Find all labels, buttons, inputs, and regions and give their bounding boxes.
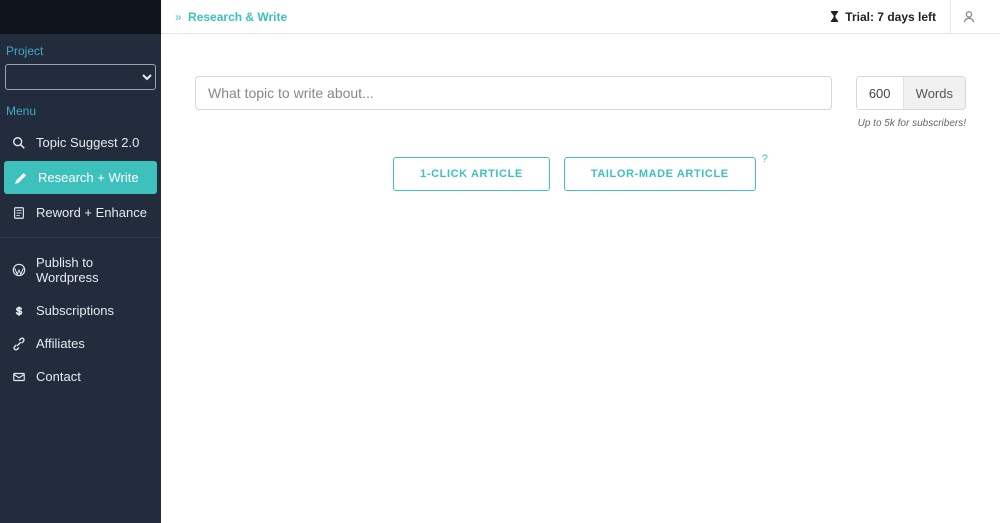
dollar-icon: $ [12, 304, 26, 318]
document-icon [12, 206, 26, 220]
sidebar: Project Menu Topic Suggest 2.0 Research … [0, 0, 161, 523]
topic-input[interactable] [195, 76, 832, 110]
user-menu-button[interactable] [950, 0, 986, 34]
app-logo [0, 0, 161, 34]
menu-divider [0, 237, 161, 238]
menu-label: Contact [36, 369, 81, 384]
subscriber-note: Up to 5k for subscribers! [858, 118, 966, 129]
help-icon[interactable]: ? [762, 153, 768, 165]
menu-label: Publish to Wordpress [36, 255, 149, 285]
user-icon [962, 10, 976, 24]
menu-item-research-write[interactable]: Research + Write [4, 161, 157, 194]
pencil-icon [14, 171, 28, 185]
content: Words Up to 5k for subscribers! 1-CLICK … [161, 34, 1000, 191]
main: » Research & Write Trial: 7 days left Wo… [161, 0, 1000, 523]
chevron-right-icon: » [175, 10, 182, 24]
wordpress-icon [12, 263, 26, 277]
menu-label: Topic Suggest 2.0 [36, 135, 139, 150]
topbar: » Research & Write Trial: 7 days left [161, 0, 1000, 34]
trial-text: Trial: 7 days left [845, 10, 936, 24]
trial-status: Trial: 7 days left [829, 10, 950, 24]
menu-item-subscriptions[interactable]: $ Subscriptions [0, 294, 161, 327]
svg-text:$: $ [16, 305, 22, 317]
words-label: Words [903, 77, 965, 109]
link-icon [12, 337, 26, 351]
menu-label: Affiliates [36, 336, 85, 351]
one-click-article-button[interactable]: 1-CLICK ARTICLE [393, 157, 550, 191]
menu-item-topic-suggest[interactable]: Topic Suggest 2.0 [0, 126, 161, 159]
menu-item-affiliates[interactable]: Affiliates [0, 327, 161, 360]
hourglass-icon [829, 10, 840, 23]
breadcrumb-label: Research & Write [188, 10, 287, 24]
words-group: Words [856, 76, 966, 110]
words-input[interactable] [857, 77, 903, 109]
mail-icon [12, 370, 26, 384]
breadcrumb: » Research & Write [175, 10, 287, 24]
project-select[interactable] [5, 64, 156, 90]
search-icon [12, 136, 26, 150]
sidebar-menu: Topic Suggest 2.0 Research + Write Rewor… [0, 126, 161, 393]
menu-item-reword-enhance[interactable]: Reword + Enhance [0, 196, 161, 229]
tailor-made-article-button[interactable]: TAILOR-MADE ARTICLE [564, 157, 756, 191]
menu-item-publish-wordpress[interactable]: Publish to Wordpress [0, 246, 161, 294]
menu-item-contact[interactable]: Contact [0, 360, 161, 393]
menu-label: Subscriptions [36, 303, 114, 318]
input-row: Words Up to 5k for subscribers! [195, 76, 966, 129]
project-section-label: Project [0, 34, 161, 64]
menu-label: Reword + Enhance [36, 205, 147, 220]
menu-section-label: Menu [0, 94, 161, 124]
button-row: 1-CLICK ARTICLE TAILOR-MADE ARTICLE ? [195, 157, 966, 191]
menu-label: Research + Write [38, 170, 139, 185]
